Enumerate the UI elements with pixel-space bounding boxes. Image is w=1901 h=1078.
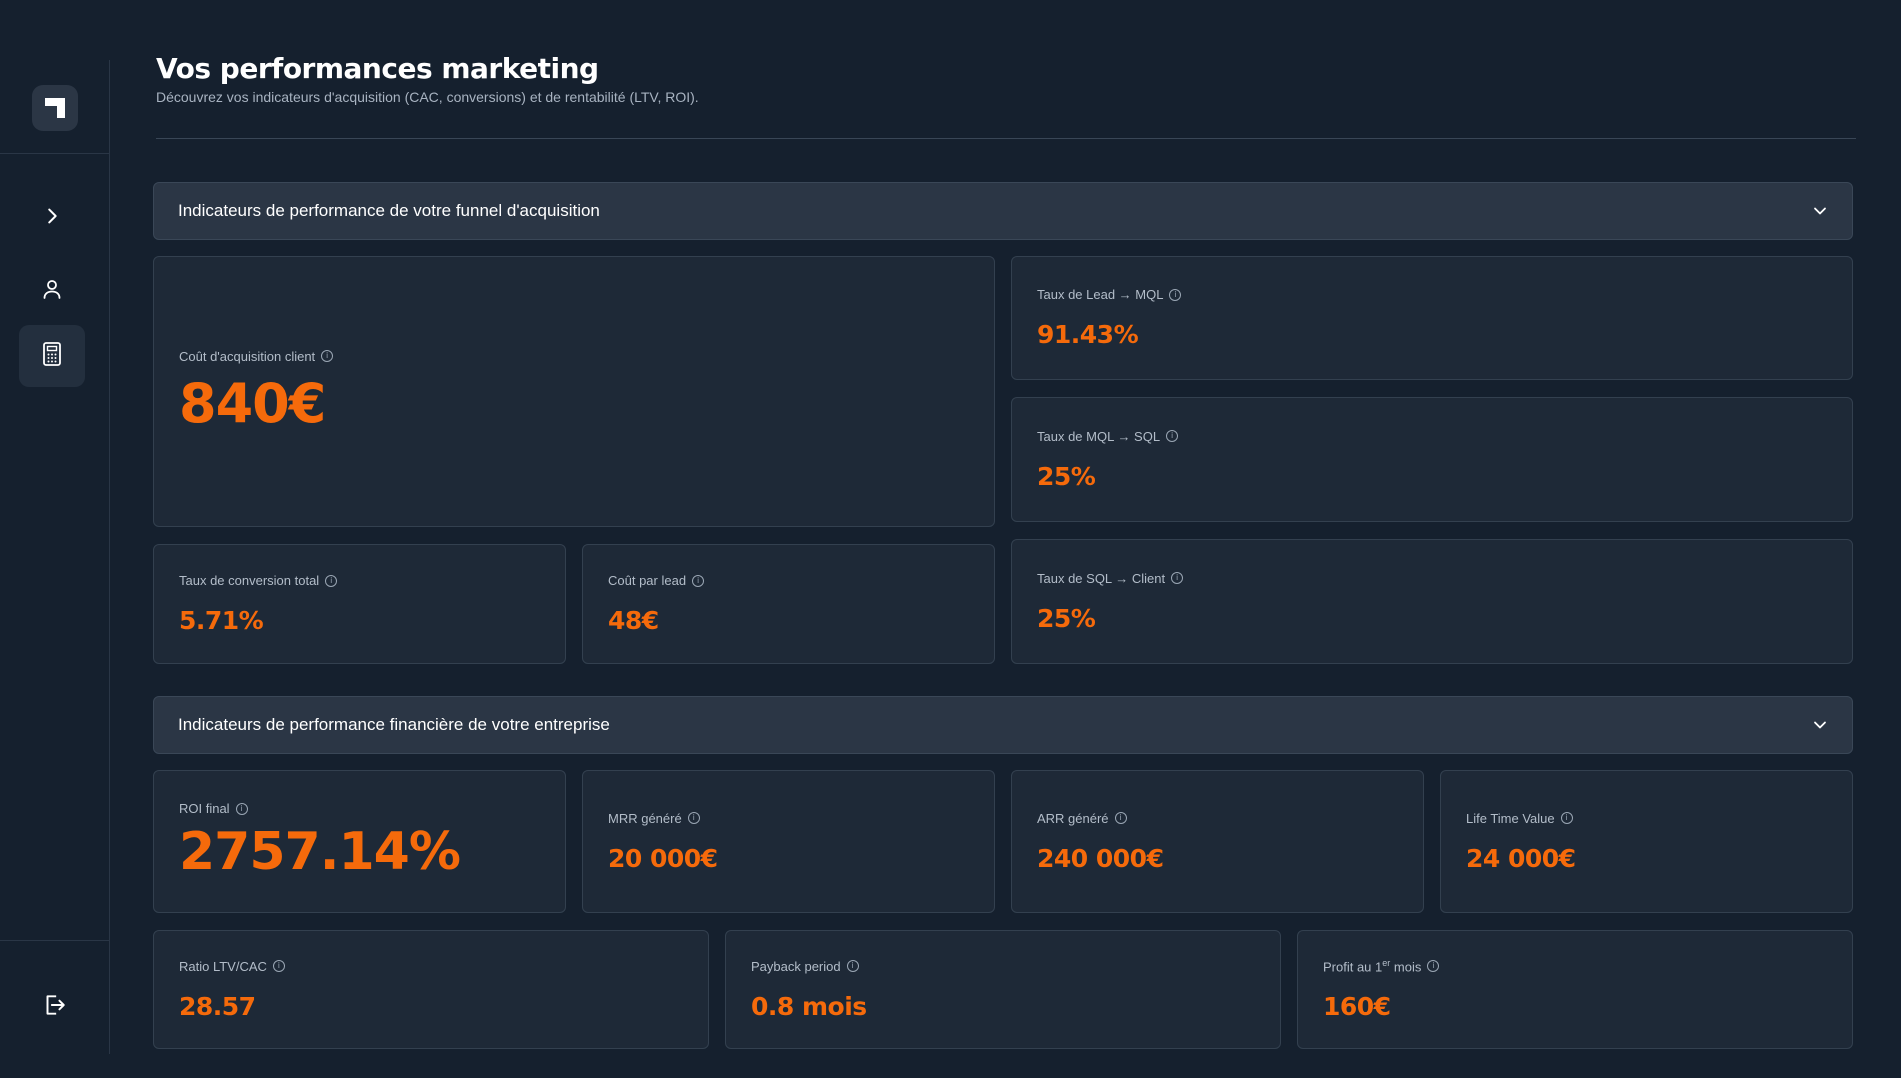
section-header-funnel[interactable]: Indicateurs de performance de votre funn… (153, 182, 1853, 240)
card-label: Profit au 1er mois (1323, 958, 1421, 974)
card-cost-per-lead: Coût par lead i 48€ (582, 544, 995, 664)
card-value: 28.57 (179, 991, 256, 1021)
section-title-funnel: Indicateurs de performance de votre funn… (178, 201, 600, 220)
logout-icon (41, 992, 67, 1023)
card-roi: ROI final i 2757.14% (153, 770, 566, 913)
card-label: ARR généré (1037, 810, 1109, 826)
card-first-month-profit: Profit au 1er mois i 160€ (1297, 930, 1853, 1049)
info-icon[interactable]: i (1166, 430, 1179, 442)
card-sql-client: Taux de SQL → Client i 25% (1011, 539, 1853, 664)
card-value: 0.8 mois (751, 991, 867, 1021)
sidebar (0, 60, 110, 1054)
card-value: 25% (1037, 461, 1096, 491)
calculator-icon (40, 341, 64, 372)
card-value: 91.43% (1037, 320, 1139, 349)
card-value: 240 000€ (1037, 843, 1164, 873)
info-icon[interactable]: i (692, 574, 705, 587)
info-icon[interactable]: i (1427, 959, 1440, 972)
card-arr: ARR généré i 240 000€ (1011, 770, 1424, 913)
card-label: MRR généré (608, 810, 682, 826)
sidebar-item-calculator[interactable] (19, 325, 85, 387)
sidebar-item-profile[interactable] (19, 260, 85, 322)
card-ltv-cac-ratio: Ratio LTV/CAC i 28.57 (153, 930, 709, 1049)
card-mql-sql: Taux de MQL → SQL i 25% (1011, 397, 1853, 522)
card-label: Taux de Lead → MQL (1037, 287, 1164, 302)
header-divider (156, 138, 1856, 139)
info-icon[interactable]: i (1169, 288, 1182, 301)
card-label: Coût par lead (608, 573, 687, 588)
card-value: 25% (1037, 603, 1096, 633)
card-label-post: mois (1390, 959, 1422, 975)
page-subtitle: Découvrez vos indicateurs d'acquisition … (156, 89, 699, 105)
card-value: 48€ (608, 606, 659, 635)
card-lead-mql: Taux de Lead → MQL i 91.43% (1011, 256, 1853, 380)
card-value: 160€ (1323, 992, 1391, 1022)
info-icon[interactable]: i (235, 802, 248, 815)
card-label: ROI final (179, 801, 230, 816)
card-label-pre: Profit au 1 (1323, 959, 1383, 975)
card-label: Coût d'acquisition client (179, 348, 316, 364)
card-value: 20 000€ (608, 843, 718, 873)
card-mrr: MRR généré i 20 000€ (582, 770, 995, 913)
card-label: Ratio LTV/CAC (179, 958, 267, 974)
card-label: Payback period (751, 958, 841, 974)
info-icon[interactable]: i (1171, 572, 1184, 584)
card-label: Taux de SQL → Client (1037, 570, 1166, 586)
chevron-right-icon (41, 205, 63, 232)
sidebar-logo-area (0, 60, 109, 154)
section-title-finance: Indicateurs de performance financière de… (178, 715, 610, 734)
card-value: 24 000€ (1466, 843, 1576, 873)
sidebar-expand-button[interactable] (19, 187, 85, 249)
info-icon[interactable]: i (1560, 812, 1573, 824)
info-icon[interactable]: i (1114, 812, 1127, 824)
info-icon[interactable]: i (272, 960, 285, 972)
chevron-down-icon[interactable] (1812, 203, 1828, 219)
brand-logo-icon[interactable] (31, 85, 78, 131)
card-total-conversion: Taux de conversion total i 5.71% (153, 544, 566, 664)
card-label: Life Time Value (1466, 810, 1555, 826)
info-icon[interactable]: i (687, 812, 700, 824)
card-payback-period: Payback period i 0.8 mois (725, 930, 1281, 1049)
card-value: 840€ (179, 371, 326, 435)
page-title: Vos performances marketing (156, 52, 599, 85)
info-icon[interactable]: i (846, 960, 859, 972)
chevron-down-icon[interactable] (1812, 717, 1828, 733)
sidebar-footer (0, 940, 110, 1054)
section-header-finance[interactable]: Indicateurs de performance financière de… (153, 696, 1853, 754)
card-label: Taux de conversion total (179, 573, 320, 588)
card-value: 5.71% (179, 606, 264, 635)
card-label: Taux de MQL → SQL (1037, 428, 1161, 444)
card-ltv: Life Time Value i 24 000€ (1440, 770, 1853, 913)
logout-button[interactable] (38, 991, 70, 1023)
info-icon[interactable]: i (325, 574, 338, 587)
info-icon[interactable]: i (321, 350, 334, 362)
user-icon (40, 277, 64, 306)
card-cac: Coût d'acquisition client i 840€ (153, 256, 995, 527)
card-value: 2757.14% (179, 822, 461, 882)
